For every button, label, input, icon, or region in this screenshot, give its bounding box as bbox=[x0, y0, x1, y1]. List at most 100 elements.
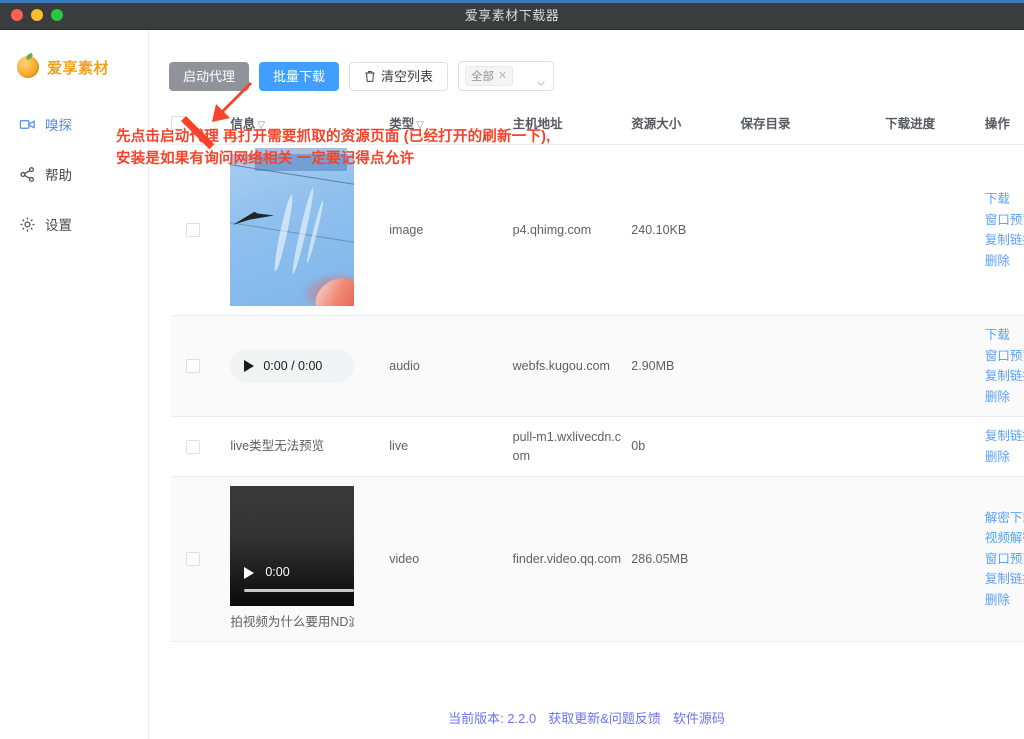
op-copy-link[interactable]: 复制链接 bbox=[985, 569, 1024, 590]
row-select-cell[interactable] bbox=[171, 416, 231, 477]
trash-icon bbox=[364, 70, 376, 83]
op-copy-link[interactable]: 复制链接 bbox=[985, 366, 1024, 387]
window-body: 爱享素材 嗅探 帮助 设置 启动代理 批量下载 清空列表 全部 ✕ 信息 ▽ 类… bbox=[0, 30, 1024, 739]
op-delete[interactable]: 删除 bbox=[985, 590, 1024, 611]
app-window: 爱享素材下载器 爱享素材 嗅探 帮助 设置 启动代理 批量下载 清空列表 全部 … bbox=[0, 0, 1024, 739]
row-progress bbox=[885, 416, 985, 477]
op-copy-link[interactable]: 复制链接 bbox=[985, 230, 1024, 251]
audio-player[interactable]: 0:00 / 0:00 bbox=[230, 349, 355, 383]
gear-icon bbox=[19, 216, 36, 233]
row-select-cell[interactable] bbox=[171, 315, 231, 417]
op-window-preview[interactable]: 窗口预览 bbox=[985, 549, 1024, 570]
table-row[interactable]: 0:00 拍视频为什么要用ND滤 video finder.video.qq.c… bbox=[171, 476, 1024, 642]
row-checkbox[interactable] bbox=[186, 439, 200, 454]
row-host: webfs.kugou.com bbox=[512, 315, 632, 417]
row-directory bbox=[740, 315, 886, 417]
video-controls[interactable]: 0:00 bbox=[244, 563, 290, 582]
row-checkbox[interactable] bbox=[186, 359, 200, 373]
start-proxy-button[interactable]: 启动代理 bbox=[169, 61, 250, 91]
resource-table: 信息 ▽ 类型 ▽ 主机地址 资源大小 保存目录 下载进度 操作 image p… bbox=[171, 102, 1024, 642]
sidebar: 爱享素材 嗅探 帮助 设置 bbox=[0, 30, 149, 739]
row-select-cell[interactable] bbox=[171, 144, 231, 316]
row-directory bbox=[740, 476, 886, 642]
sidebar-item-sniff[interactable]: 嗅探 bbox=[0, 106, 148, 142]
row-size: 286.05MB bbox=[631, 476, 741, 642]
close-icon[interactable]: ✕ bbox=[498, 70, 507, 82]
table-body: image p4.qhimg.com 240.10KB 下载 窗口预览 复制链接… bbox=[171, 144, 1024, 642]
op-video-decrypt[interactable]: 视频解密(视频号) bbox=[985, 528, 1024, 549]
row-operations: 下载 窗口预览 复制链接 删除 bbox=[984, 315, 1024, 417]
op-download[interactable]: 下载 bbox=[985, 189, 1024, 210]
row-host: p4.qhimg.com bbox=[512, 144, 632, 316]
header-operations: 操作 bbox=[984, 102, 1024, 145]
toolbar: 启动代理 批量下载 清空列表 全部 ✕ bbox=[149, 30, 1024, 102]
window-title: 爱享素材下载器 bbox=[464, 8, 560, 23]
play-icon[interactable] bbox=[244, 566, 255, 579]
header-info[interactable]: 信息 ▽ bbox=[230, 102, 390, 145]
window-title-bar: 爱享素材下载器 bbox=[0, 0, 1024, 30]
header-host: 主机地址 bbox=[512, 102, 632, 145]
select-all-checkbox[interactable] bbox=[171, 115, 185, 130]
row-operations: 下载 窗口预览 复制链接 删除 bbox=[984, 144, 1024, 316]
op-window-preview[interactable]: 窗口预览 bbox=[985, 210, 1024, 231]
filter-tag-label: 全部 bbox=[471, 71, 495, 83]
row-directory bbox=[740, 144, 886, 316]
update-feedback-link[interactable]: 获取更新&问题反馈 bbox=[548, 708, 661, 727]
clear-list-label: 清空列表 bbox=[381, 68, 434, 84]
sort-icon[interactable]: ▽ bbox=[416, 120, 424, 131]
row-progress bbox=[885, 144, 985, 316]
row-type: image bbox=[389, 144, 513, 316]
header-size: 资源大小 bbox=[631, 102, 741, 145]
row-size: 240.10KB bbox=[631, 144, 741, 316]
row-checkbox[interactable] bbox=[186, 551, 200, 566]
video-camera-icon bbox=[19, 116, 36, 133]
header-select-all[interactable] bbox=[171, 102, 231, 145]
op-delete[interactable]: 删除 bbox=[985, 251, 1024, 272]
sidebar-item-settings[interactable]: 设置 bbox=[0, 206, 148, 242]
minimize-window-button[interactable] bbox=[31, 8, 43, 21]
share-icon bbox=[19, 166, 36, 183]
image-thumbnail[interactable] bbox=[230, 154, 355, 306]
row-info-cell bbox=[230, 144, 390, 316]
audio-time: 0:00 / 0:00 bbox=[263, 358, 323, 373]
video-time: 0:00 bbox=[265, 565, 290, 580]
orange-logo-icon bbox=[17, 56, 39, 78]
table-row[interactable]: image p4.qhimg.com 240.10KB 下载 窗口预览 复制链接… bbox=[171, 144, 1024, 316]
op-delete[interactable]: 删除 bbox=[985, 447, 1024, 468]
row-select-cell[interactable] bbox=[171, 476, 231, 642]
op-download[interactable]: 下载 bbox=[985, 325, 1024, 346]
sidebar-item-label: 嗅探 bbox=[45, 118, 72, 133]
close-window-button[interactable] bbox=[11, 8, 23, 21]
clear-list-button[interactable]: 清空列表 bbox=[349, 61, 449, 91]
sort-icon[interactable]: ▽ bbox=[257, 120, 265, 131]
play-icon[interactable] bbox=[244, 360, 255, 372]
video-caption: 拍视频为什么要用ND滤 bbox=[230, 615, 355, 629]
version-label: 当前版本: 2.2.0 bbox=[448, 710, 537, 726]
op-copy-link[interactable]: 复制链接 bbox=[985, 426, 1024, 447]
row-operations: 复制链接 删除 bbox=[984, 416, 1024, 477]
batch-download-button[interactable]: 批量下载 bbox=[259, 61, 340, 91]
row-info-cell: 0:00 拍视频为什么要用ND滤 bbox=[230, 476, 390, 642]
filter-tag[interactable]: 全部 ✕ bbox=[465, 66, 514, 86]
header-progress: 下载进度 bbox=[885, 102, 985, 145]
video-progress-bar[interactable] bbox=[244, 589, 355, 592]
source-code-link[interactable]: 软件源码 bbox=[673, 708, 725, 727]
sidebar-item-help[interactable]: 帮助 bbox=[0, 156, 148, 192]
op-window-preview[interactable]: 窗口预览 bbox=[985, 346, 1024, 367]
row-size: 2.90MB bbox=[631, 315, 741, 417]
table-row[interactable]: live类型无法预览 live pull-m1.wxlivecdn.com 0b… bbox=[171, 416, 1024, 477]
row-host: finder.video.qq.com bbox=[512, 476, 632, 642]
op-delete[interactable]: 删除 bbox=[985, 387, 1024, 408]
sidebar-item-label: 设置 bbox=[45, 218, 72, 233]
main-content: 启动代理 批量下载 清空列表 全部 ✕ 信息 ▽ 类型 ▽ 主机地址 资源大小 … bbox=[149, 30, 1024, 739]
header-type[interactable]: 类型 ▽ bbox=[389, 102, 513, 145]
table-head: 信息 ▽ 类型 ▽ 主机地址 资源大小 保存目录 下载进度 操作 bbox=[171, 102, 1024, 145]
row-checkbox[interactable] bbox=[186, 223, 200, 237]
table-header-row: 信息 ▽ 类型 ▽ 主机地址 资源大小 保存目录 下载进度 操作 bbox=[171, 102, 1024, 145]
type-filter-select[interactable]: 全部 ✕ bbox=[458, 61, 555, 91]
op-decrypt-download[interactable]: 解密下载(视频号) bbox=[985, 508, 1024, 529]
maximize-window-button[interactable] bbox=[51, 8, 63, 21]
video-thumbnail[interactable]: 0:00 bbox=[230, 486, 355, 606]
brand: 爱享素材 bbox=[0, 56, 148, 78]
table-row[interactable]: 0:00 / 0:00 audio webfs.kugou.com 2.90MB… bbox=[171, 315, 1024, 417]
